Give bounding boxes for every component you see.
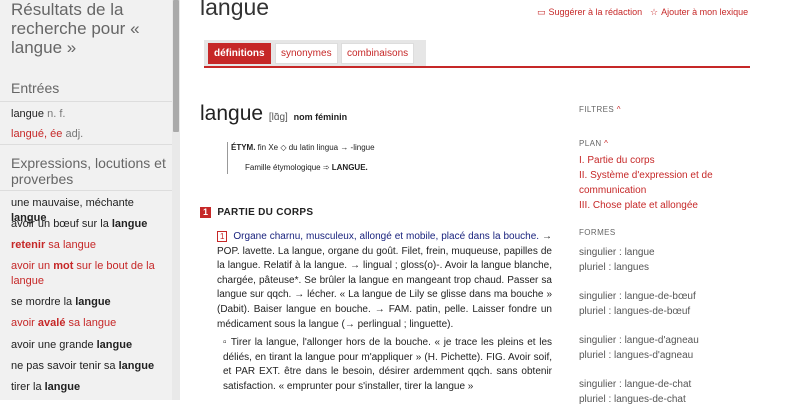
entries-heading: Entrées	[11, 80, 60, 96]
form-singular: singulier : langue-d'agneau	[579, 335, 699, 346]
plan-link[interactable]: I. Partie du corps	[579, 153, 759, 168]
form-singular: singulier : langue	[579, 247, 655, 258]
page-title: langue	[200, 0, 270, 20]
definition-subsense: ▫ Tirer la langue, l'allonger hors de la…	[223, 337, 552, 392]
tab-synonymes[interactable]: synonymes	[275, 43, 338, 64]
form-singular: singulier : langue-de-bœuf	[579, 291, 696, 302]
form-singular: singulier : langue-de-chat	[579, 379, 692, 390]
chevron-up-icon: ^	[616, 105, 621, 114]
entry-item[interactable]: langue n. f.	[11, 107, 161, 122]
search-results-title: Résultats de la recherche pour « langue …	[11, 0, 140, 57]
etym-family[interactable]: Famille étymologique ➾ LANGUE.	[231, 162, 421, 174]
section-heading: 1 PARTIE DU CORPS	[200, 207, 313, 218]
grammar-label: nom féminin	[293, 112, 348, 122]
tab-definitions[interactable]: définitions	[208, 43, 271, 64]
definition-line: → POP. lavette. La langue, organe du goû…	[217, 231, 552, 330]
comment-icon: ▭	[537, 7, 546, 17]
entry-item[interactable]: langué, ée adj.	[11, 127, 161, 142]
form-plural: pluriel : langues-d'agneau	[579, 350, 694, 361]
plan-link[interactable]: III. Chose plate et allongée	[579, 198, 759, 213]
etymology-block: ÉTYM. fin Xe ◇ du latin lingua → -lingue…	[227, 142, 421, 174]
expression-item[interactable]: ne pas savoir tenir sa langue	[11, 359, 161, 374]
plan-link[interactable]: II. Système d'expression et de communica…	[579, 168, 759, 198]
expression-item[interactable]: se mordre la langue	[11, 295, 161, 310]
pronunciation: [lɑ̃g]	[268, 112, 288, 123]
expression-item[interactable]: avoir une grande langue	[11, 338, 161, 353]
expression-item[interactable]: avoir un mot sur le bout de la langue	[11, 259, 161, 288]
expressions-heading: Expressions, locutions et proverbes	[11, 155, 166, 187]
tab-bar: définitions synonymes combinaisons	[204, 40, 426, 66]
definition-line: Organe charnu, musculeux, allongé et mob…	[233, 231, 540, 242]
tab-underline	[204, 66, 750, 68]
expression-item[interactable]: tirer la langue	[11, 380, 161, 395]
sidebar: Résultats de la recherche pour « langue …	[0, 0, 172, 400]
expression-item[interactable]: avoir avalé sa langue	[11, 316, 161, 331]
expression-item[interactable]: retenir sa langue	[11, 238, 161, 253]
forms-heading: FORMES	[579, 228, 616, 237]
tab-combinaisons[interactable]: combinaisons	[341, 43, 415, 64]
suggest-link[interactable]: ▭ Suggérer à la rédaction	[537, 7, 642, 18]
headword: langue [lɑ̃g] nom féminin	[200, 102, 348, 125]
plan-toggle[interactable]: PLAN ^	[579, 139, 608, 148]
expression-item[interactable]: avoir un bœuf sur la langue	[11, 217, 161, 232]
add-lexicon-link[interactable]: ☆ Ajouter à mon lexique	[650, 7, 748, 18]
sense-number: 1	[217, 231, 228, 242]
filters-toggle[interactable]: FILTRES ^	[579, 105, 621, 114]
definition-text: 1 Organe charnu, musculeux, allongé et m…	[217, 230, 552, 395]
star-icon: ☆	[650, 7, 659, 17]
form-plural: pluriel : langues-de-bœuf	[579, 306, 691, 317]
sidebar-scroll-thumb[interactable]	[173, 0, 179, 132]
form-plural: pluriel : langues	[579, 262, 650, 273]
chevron-up-icon: ^	[604, 139, 609, 148]
